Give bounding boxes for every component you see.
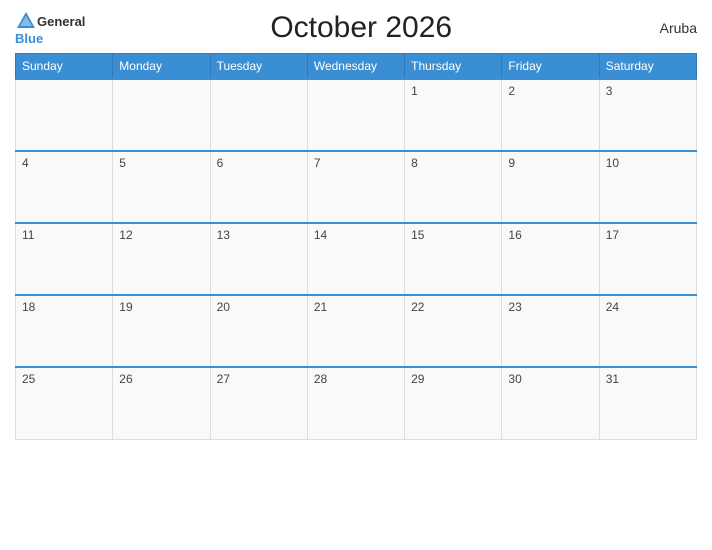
calendar-cell: 15: [405, 223, 502, 295]
calendar-cell: 7: [307, 151, 404, 223]
day-number: 14: [314, 228, 327, 242]
day-number: 5: [119, 156, 126, 170]
calendar-cell: 3: [599, 79, 696, 151]
col-wednesday: Wednesday: [307, 54, 404, 80]
week-row-1: 1 2 3: [16, 79, 697, 151]
logo-text-blue: Blue: [15, 32, 43, 45]
calendar-cell: [16, 79, 113, 151]
page-title: October 2026: [85, 11, 637, 45]
day-number: 22: [411, 300, 424, 314]
day-number: 30: [508, 372, 521, 386]
calendar-cell: 2: [502, 79, 599, 151]
calendar-cell: 16: [502, 223, 599, 295]
page-header: General Blue October 2026 Aruba: [15, 10, 697, 45]
calendar-cell: 26: [113, 367, 210, 439]
day-number: 27: [217, 372, 230, 386]
day-number: 28: [314, 372, 327, 386]
col-saturday: Saturday: [599, 54, 696, 80]
day-number: 7: [314, 156, 321, 170]
calendar-cell: 4: [16, 151, 113, 223]
col-thursday: Thursday: [405, 54, 502, 80]
col-monday: Monday: [113, 54, 210, 80]
calendar-table: Sunday Monday Tuesday Wednesday Thursday…: [15, 53, 697, 440]
week-row-5: 25 26 27 28 29 30 31: [16, 367, 697, 439]
day-number: 23: [508, 300, 521, 314]
calendar-cell: 31: [599, 367, 696, 439]
day-number: 4: [22, 156, 29, 170]
day-number: 3: [606, 84, 613, 98]
day-number: 2: [508, 84, 515, 98]
country-label: Aruba: [637, 20, 697, 36]
calendar-cell: 13: [210, 223, 307, 295]
day-number: 15: [411, 228, 424, 242]
calendar-page: General Blue October 2026 Aruba Sunday M…: [0, 0, 712, 550]
day-number: 6: [217, 156, 224, 170]
calendar-cell: 17: [599, 223, 696, 295]
calendar-cell: [307, 79, 404, 151]
calendar-header: Sunday Monday Tuesday Wednesday Thursday…: [16, 54, 697, 80]
day-number: 26: [119, 372, 132, 386]
calendar-cell: 5: [113, 151, 210, 223]
calendar-cell: 25: [16, 367, 113, 439]
calendar-cell: 1: [405, 79, 502, 151]
day-number: 17: [606, 228, 619, 242]
calendar-cell: 27: [210, 367, 307, 439]
day-number: 31: [606, 372, 619, 386]
calendar-cell: 8: [405, 151, 502, 223]
day-number: 25: [22, 372, 35, 386]
day-number: 24: [606, 300, 619, 314]
logo: General Blue: [15, 10, 85, 45]
day-number: 1: [411, 84, 418, 98]
calendar-cell: 28: [307, 367, 404, 439]
days-of-week-row: Sunday Monday Tuesday Wednesday Thursday…: [16, 54, 697, 80]
calendar-cell: 23: [502, 295, 599, 367]
col-tuesday: Tuesday: [210, 54, 307, 80]
day-number: 21: [314, 300, 327, 314]
calendar-cell: [210, 79, 307, 151]
col-sunday: Sunday: [16, 54, 113, 80]
calendar-cell: 29: [405, 367, 502, 439]
day-number: 29: [411, 372, 424, 386]
day-number: 19: [119, 300, 132, 314]
calendar-cell: 21: [307, 295, 404, 367]
week-row-2: 4 5 6 7 8 9 10: [16, 151, 697, 223]
calendar-cell: 6: [210, 151, 307, 223]
day-number: 9: [508, 156, 515, 170]
day-number: 8: [411, 156, 418, 170]
day-number: 11: [22, 228, 34, 242]
day-number: 16: [508, 228, 521, 242]
calendar-cell: 20: [210, 295, 307, 367]
calendar-cell: 18: [16, 295, 113, 367]
calendar-cell: 10: [599, 151, 696, 223]
logo-text-general: General: [37, 15, 85, 28]
day-number: 12: [119, 228, 132, 242]
calendar-cell: 24: [599, 295, 696, 367]
calendar-cell: 12: [113, 223, 210, 295]
calendar-cell: 30: [502, 367, 599, 439]
calendar-cell: 11: [16, 223, 113, 295]
calendar-cell: 22: [405, 295, 502, 367]
week-row-4: 18 19 20 21 22 23 24: [16, 295, 697, 367]
calendar-cell: [113, 79, 210, 151]
calendar-body: 1234567891011121314151617181920212223242…: [16, 79, 697, 439]
calendar-cell: 14: [307, 223, 404, 295]
day-number: 20: [217, 300, 230, 314]
day-number: 18: [22, 300, 35, 314]
day-number: 10: [606, 156, 619, 170]
calendar-cell: 19: [113, 295, 210, 367]
logo-icon: [15, 10, 37, 32]
calendar-cell: 9: [502, 151, 599, 223]
col-friday: Friday: [502, 54, 599, 80]
day-number: 13: [217, 228, 230, 242]
week-row-3: 11 12 13 14 15 16 17: [16, 223, 697, 295]
